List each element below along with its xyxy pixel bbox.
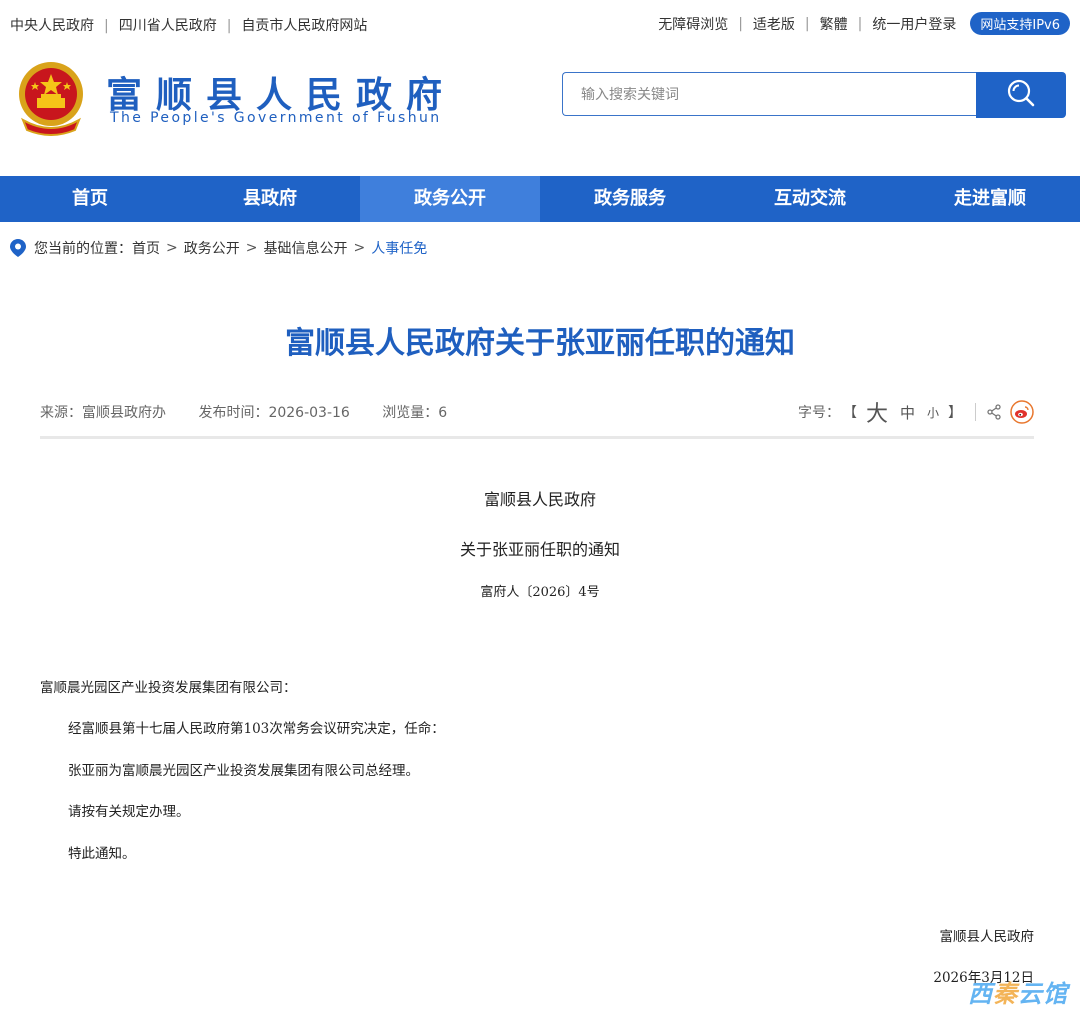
doc-subject: 关于张亚丽任职的通知 (459, 540, 620, 559)
breadcrumb: 您当前的位置： 首页 > 政务公开 > 基础信息公开 > 人事任免 (10, 238, 427, 258)
doc-sign-org: 富顺县人民政府 (939, 929, 1035, 945)
separator: | (104, 18, 109, 34)
breadcrumb-government-affairs[interactable]: 政务公开 (184, 238, 240, 258)
separator: | (857, 15, 863, 32)
location-pin-icon (10, 239, 26, 257)
chevron-right-icon: > (245, 240, 258, 256)
separator: | (738, 15, 743, 32)
divider (975, 403, 976, 421)
breadcrumb-basic-info[interactable]: 基础信息公开 (263, 238, 347, 258)
doc-number: 富府人〔2026〕4号 (480, 585, 600, 600)
main-nav: 首页 县政府 政务公开 政务服务 互动交流 走进富顺 (0, 176, 1080, 222)
link-accessibility[interactable]: 无障碍浏览 (658, 14, 728, 34)
site-logo-subtitle: The People's Government of Fushun (110, 110, 442, 126)
breadcrumb-home[interactable]: 首页 (132, 238, 160, 258)
chevron-right-icon: > (353, 240, 366, 256)
link-central-government[interactable]: 中央人民政府 (10, 18, 94, 34)
font-size-medium-button[interactable]: 中 (900, 402, 915, 423)
doc-paragraph-3: 请按有关规定办理。 (68, 804, 190, 820)
top-links-left: 中央人民政府 | 四川省人民政府 | 自贡市人民政府网站 (10, 15, 367, 35)
font-size-small-button[interactable]: 小 (927, 404, 939, 421)
link-zigong-government[interactable]: 自贡市人民政府网站 (241, 18, 367, 34)
doc-addressee: 富顺晨光园区产业投资发展集团有限公司： (40, 680, 297, 696)
search-box (562, 72, 976, 116)
doc-paragraph-1: 经富顺县第十七届人民政府第103次常务会议研究决定，任命： (68, 721, 445, 737)
site-header: 富顺县人民政府 The People's Government of Fushu… (0, 48, 1080, 176)
watermark-logo: 西秦云馆 (968, 980, 1068, 1008)
article-source: 来源：富顺县政府办 (40, 405, 166, 421)
link-user-login[interactable]: 统一用户登录 (872, 14, 956, 34)
ipv6-badge[interactable]: 网站支持IPv6 (970, 12, 1070, 35)
link-elderly-mode[interactable]: 适老版 (753, 14, 795, 34)
doc-issuer: 富顺县人民政府 (483, 490, 596, 509)
nav-item-about-fushun[interactable]: 走进富顺 (900, 176, 1080, 222)
doc-paragraph-2: 张亚丽为富顺晨光园区产业投资发展集团有限公司总经理。 (68, 763, 419, 779)
article-title: 富顺县人民政府关于张亚丽任职的通知 (285, 326, 795, 361)
separator: | (804, 15, 810, 32)
weibo-icon[interactable] (1010, 400, 1034, 424)
doc-paragraph-4: 特此通知。 (68, 846, 136, 862)
article-meta: 来源：富顺县政府办 发布时间：2026-03-16 浏览量：6 (40, 402, 475, 422)
separator: | (226, 18, 232, 34)
national-emblem-icon (15, 60, 87, 136)
bracket-right: 】 (948, 405, 962, 421)
search-button[interactable] (976, 72, 1066, 118)
article-views: 浏览量：6 (382, 405, 448, 421)
breadcrumb-personnel[interactable]: 人事任免 (371, 238, 427, 258)
share-icon[interactable] (986, 404, 1002, 420)
nav-item-home[interactable]: 首页 (0, 176, 180, 222)
top-links-right: 无障碍浏览 | 适老版 | 繁體 | 统一用户登录 网站支持IPv6 (658, 12, 1070, 35)
font-size-label: 字号： (797, 405, 840, 421)
link-sichuan-government[interactable]: 四川省人民政府 (119, 18, 217, 34)
meta-divider (40, 436, 1034, 439)
search-input[interactable] (579, 74, 973, 116)
top-bar: 中央人民政府 | 四川省人民政府 | 自贡市人民政府网站 无障碍浏览 | 适老版 | 繁體 | 统一… (0, 0, 1080, 48)
search-icon (1006, 78, 1036, 112)
breadcrumb-prefix: 您当前的位置： (34, 241, 132, 257)
font-size-large-button[interactable]: 大 (866, 396, 888, 428)
link-traditional-chinese[interactable]: 繁體 (820, 14, 848, 34)
article-publish-time: 发布时间：2026-03-16 (198, 405, 350, 421)
bracket-left: 【 (842, 405, 857, 421)
article-tools: 字号： 【 大 中 小 】 (798, 396, 1034, 428)
nav-item-government-affairs-disclosure[interactable]: 政务公开 (360, 176, 540, 222)
nav-item-county-government[interactable]: 县政府 (180, 176, 360, 222)
chevron-right-icon: > (166, 240, 178, 256)
nav-item-government-services[interactable]: 政务服务 (540, 176, 720, 222)
nav-item-interaction[interactable]: 互动交流 (720, 176, 900, 222)
